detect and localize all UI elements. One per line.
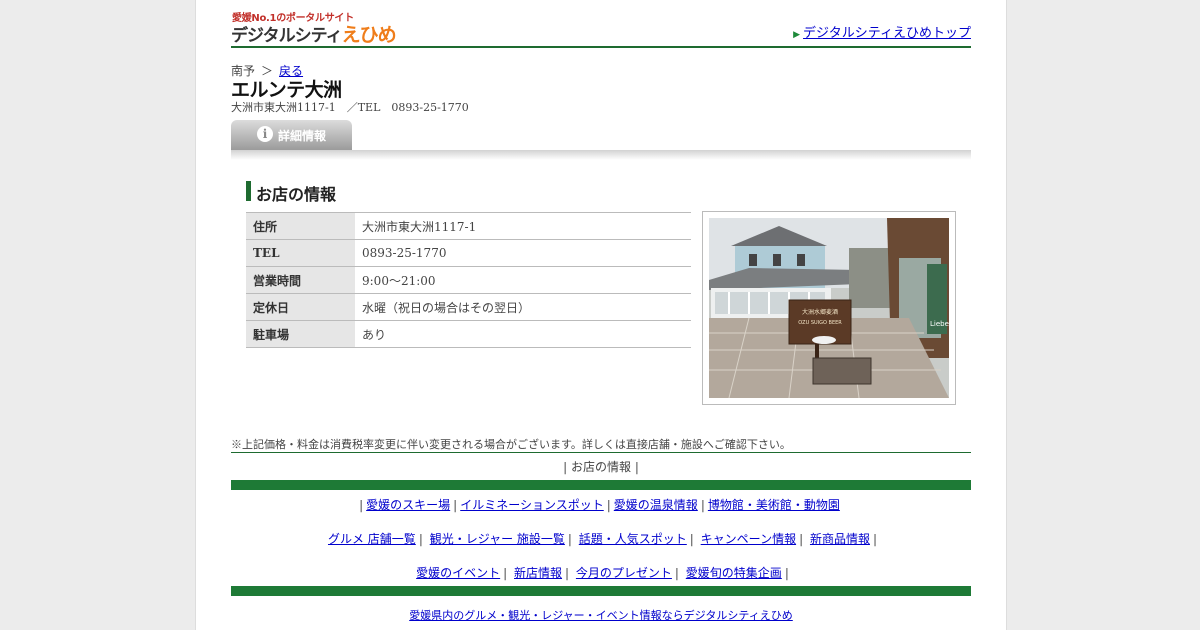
tab-underline (231, 150, 971, 160)
footer-links-row-2: グルメ 店舗一覧 | 観光・レジャー 施設一覧 | 話題・人気スポット | キャンペー… (231, 530, 971, 547)
row-value: 水曜（祝日の場合はその翌日） (355, 293, 691, 321)
link-ski[interactable]: 愛媛のスキー場 (366, 498, 450, 512)
sign-text-1: 大洲水郷麦酒 (802, 308, 838, 316)
shop-photo-image: Liebe 大洲水郷麦酒 OZU SUIGO BEER (709, 218, 949, 398)
site-header: 愛媛No.1のポータルサイト デジタルシティえひめ ▶ デジタルシティえひめトップ (231, 6, 971, 48)
green-divider (231, 480, 971, 490)
shop-photo: Liebe 大洲水郷麦酒 OZU SUIGO BEER (702, 211, 956, 405)
sub-nav-item: お店の情報 (570, 460, 631, 474)
info-icon: i (257, 126, 273, 142)
green-divider (231, 586, 971, 596)
footer-links-row-3: 愛媛のイベント | 新店情報 | 今月のプレゼント | 愛媛旬の特集企画 | (231, 564, 971, 581)
site-logo[interactable]: デジタルシティえひめ (231, 20, 397, 47)
table-row: 駐車場 あり (246, 320, 691, 348)
shop-info-table: 住所 大洲市東大洲1117-1 TEL 0893-25-1770 営業時間 9:00～… (246, 212, 691, 348)
row-value: 0893-25-1770 (355, 239, 691, 267)
row-value: 9:00～21:00 (355, 266, 691, 294)
row-key: 定休日 (246, 293, 355, 321)
tax-note: ※上記価格・料金は消費税率変更に伴い変更される場合がございます。詳しくは直接店舗… (231, 436, 971, 453)
divider: | (784, 566, 789, 580)
table-row: 定休日 水曜（祝日の場合はその翌日） (246, 293, 691, 321)
link-present[interactable]: 今月のプレゼント (576, 566, 672, 580)
logo-name-accent: えひめ (341, 24, 397, 46)
side-sign-text: Liebe (930, 320, 949, 328)
row-value: 大洲市東大洲1117-1 (355, 212, 691, 240)
row-key: 営業時間 (246, 266, 355, 294)
divider: | (563, 460, 568, 474)
row-key: 駐車場 (246, 320, 355, 348)
arrow-right-icon: ▶ (793, 30, 801, 40)
divider: | (503, 566, 508, 580)
footer-links-row-1: | 愛媛のスキー場 | イルミネーションスポット | 愛媛の温泉情報 | 博物館・美術館・動物… (231, 496, 971, 513)
tab-detail-info[interactable]: i 詳細情報 (231, 120, 352, 150)
divider: | (567, 532, 572, 546)
sign-text-2: OZU SUIGO BEER (798, 320, 842, 326)
top-page-link[interactable]: デジタルシティえひめトップ (803, 26, 971, 41)
divider: | (634, 460, 639, 474)
link-events[interactable]: 愛媛のイベント (416, 566, 500, 580)
divider: | (799, 532, 804, 546)
link-new-shops[interactable]: 新店情報 (514, 566, 562, 580)
bottom-site-link[interactable]: 愛媛県内のグルメ・観光・レジャー・イベント情報ならデジタルシティえひめ (409, 609, 793, 622)
page-title: エルンテ大洲 (231, 79, 342, 101)
table-row: TEL 0893-25-1770 (246, 239, 691, 267)
divider: | (700, 498, 705, 512)
divider: | (359, 498, 364, 512)
sub-nav: | お店の情報 | (231, 458, 971, 475)
link-gourmet[interactable]: グルメ 店舗一覧 (328, 532, 416, 546)
shop-address-line: 大洲市東大洲1117-1 ／TEL 0893-25-1770 (231, 101, 469, 114)
tab-bar: i 詳細情報 (231, 120, 971, 160)
divider: | (418, 532, 423, 546)
link-new-products[interactable]: 新商品情報 (810, 532, 870, 546)
row-key: TEL (246, 239, 355, 267)
bottom-link-container: 愛媛県内のグルメ・観光・レジャー・イベント情報ならデジタルシティえひめ (231, 607, 971, 623)
row-key: 住所 (246, 212, 355, 240)
top-link-container: ▶ デジタルシティえひめトップ (793, 22, 971, 41)
table-row: 営業時間 9:00～21:00 (246, 266, 691, 294)
link-feature[interactable]: 愛媛旬の特集企画 (686, 566, 782, 580)
divider: | (565, 566, 570, 580)
logo-name-main: デジタルシティ (231, 26, 343, 46)
tab-label: 詳細情報 (278, 129, 327, 143)
link-campaign[interactable]: キャンペーン情報 (701, 532, 796, 546)
table-row: 住所 大洲市東大洲1117-1 (246, 212, 691, 240)
link-illumination[interactable]: イルミネーションスポット (460, 498, 604, 512)
divider: | (453, 498, 458, 512)
divider: | (606, 498, 611, 512)
page-container: 愛媛No.1のポータルサイト デジタルシティえひめ ▶ デジタルシティえひめトップ… (195, 0, 1007, 630)
link-museum[interactable]: 博物館・美術館・動物園 (708, 498, 840, 512)
link-popular[interactable]: 話題・人気スポット (579, 532, 687, 546)
link-leisure[interactable]: 観光・レジャー 施設一覧 (430, 532, 565, 546)
row-value: あり (355, 320, 691, 348)
section-title: お店の情報 (246, 181, 456, 204)
divider: | (674, 566, 679, 580)
link-onsen[interactable]: 愛媛の温泉情報 (614, 498, 698, 512)
divider: | (872, 532, 878, 546)
divider: | (689, 532, 694, 546)
